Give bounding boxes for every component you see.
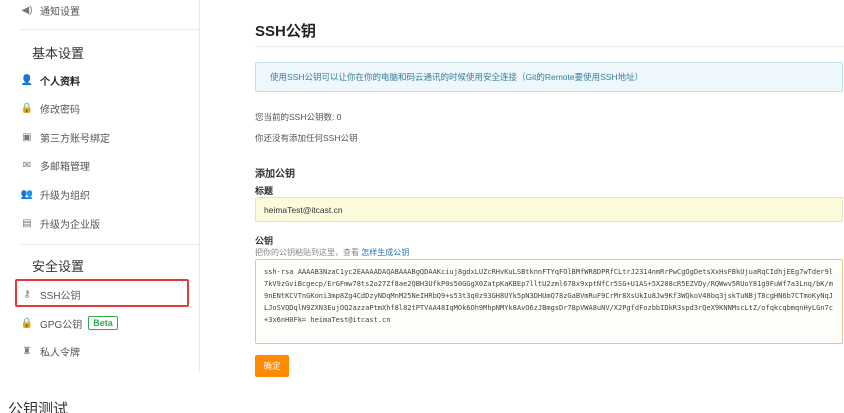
sidebar-item-label: GPG公钥 bbox=[40, 319, 83, 331]
sidebar-item-notifications[interactable]: ◀) 通知设置 bbox=[20, 0, 80, 23]
generate-key-link[interactable]: 怎样生成公钥 bbox=[361, 248, 409, 257]
sidebar-item-profile[interactable]: 👤 个人资料 bbox=[20, 67, 80, 93]
beta-badge: Beta bbox=[88, 316, 118, 330]
speaker-icon: ◀) bbox=[21, 4, 33, 16]
sidebar-item-label: 升级为组织 bbox=[40, 190, 90, 202]
sidebar-item-label: 个人资料 bbox=[40, 76, 80, 88]
sidebar-item-label: 私人令牌 bbox=[40, 347, 80, 359]
empty-keys-text: 你还没有添加任何SSH公钥 bbox=[255, 133, 358, 143]
mail-icon: ✉ bbox=[22, 159, 32, 171]
sidebar-item-label: 多邮箱管理 bbox=[40, 161, 90, 173]
sidebar-item-tokens[interactable]: ♜ 私人令牌 bbox=[20, 338, 80, 364]
info-banner: 使用SSH公钥可以让你在你的电脑和码云通讯的时候使用安全连接（Git的Remot… bbox=[255, 62, 843, 92]
user-icon: 👤 bbox=[20, 74, 34, 86]
page-title: SSH公钥 bbox=[255, 23, 316, 40]
sidebar-item-gpg-keys[interactable]: 🔒 GPG公钥 Beta bbox=[20, 310, 118, 336]
divider bbox=[20, 244, 200, 245]
divider bbox=[255, 46, 844, 47]
sidebar-item-upgrade-org[interactable]: 👥 升级为组织 bbox=[20, 181, 90, 207]
key-hint-text: 把你的公钥粘贴到这里，查看 bbox=[255, 248, 359, 257]
link-icon: ▣ bbox=[22, 131, 32, 143]
sidebar-item-third-party[interactable]: ▣ 第三方账号绑定 bbox=[20, 124, 110, 150]
key-hint: 把你的公钥粘贴到这里，查看 怎样生成公钥 bbox=[255, 247, 409, 258]
sidebar-item-emails[interactable]: ✉ 多邮箱管理 bbox=[20, 152, 90, 178]
building-icon: ▤ bbox=[22, 217, 32, 229]
title-label: 标题 bbox=[255, 186, 274, 196]
lock-icon: 🔒 bbox=[20, 102, 34, 114]
sidebar: ◀) 通知设置 基本设置 👤 个人资料 🔒 修改密码 ▣ 第三方账号绑定 ✉ 多… bbox=[0, 0, 200, 372]
key-label: 公钥 bbox=[255, 236, 274, 246]
divider bbox=[20, 29, 200, 30]
title-input[interactable]: heimaTest@itcast.cn bbox=[255, 197, 843, 222]
token-icon: ♜ bbox=[22, 345, 32, 357]
sidebar-item-upgrade-enterprise[interactable]: ▤ 升级为企业版 bbox=[20, 210, 100, 236]
sidebar-item-password[interactable]: 🔒 修改密码 bbox=[20, 95, 80, 121]
sidebar-item-label: 升级为企业版 bbox=[40, 219, 100, 231]
public-key-textarea[interactable]: ssh-rsa AAAAB3NzaC1yc2EAAAADAQABAAABgQDA… bbox=[255, 259, 843, 344]
section-title-basic: 基本设置 bbox=[32, 46, 85, 61]
page-bottom-heading: 公钥测试 bbox=[8, 401, 69, 413]
sidebar-item-label: 修改密码 bbox=[40, 104, 80, 116]
add-key-heading: 添加公钥 bbox=[255, 169, 295, 180]
lock-icon: 🔒 bbox=[20, 317, 34, 329]
section-title-security: 安全设置 bbox=[32, 259, 85, 274]
confirm-button[interactable]: 确定 bbox=[255, 355, 289, 377]
highlight-box bbox=[15, 279, 189, 307]
sidebar-item-label: 第三方账号绑定 bbox=[40, 133, 110, 145]
group-icon: 👥 bbox=[20, 188, 34, 200]
sidebar-item-label: 通知设置 bbox=[40, 6, 80, 18]
key-count-text: 您当前的SSH公钥数: 0 bbox=[255, 112, 342, 122]
